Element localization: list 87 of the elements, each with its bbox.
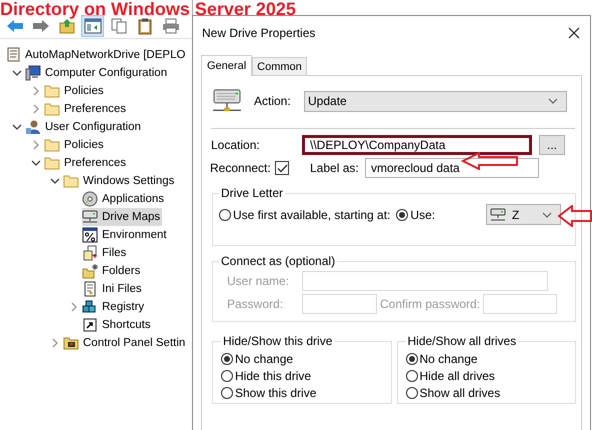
radio-option[interactable]: Show this drive <box>221 384 382 401</box>
tree-item[interactable]: User Configuration <box>25 118 143 136</box>
copy-icon <box>110 18 126 34</box>
dialog-title: New Drive Properties <box>202 26 316 40</box>
tree-item[interactable]: Computer Configuration <box>25 64 170 82</box>
tree-item[interactable]: Preferences <box>44 100 128 118</box>
shortcut-icon <box>82 317 98 333</box>
action-dropdown[interactable]: Update <box>304 90 567 112</box>
tree-item[interactable]: Policies <box>44 136 106 154</box>
scroll-icon <box>5 47 21 63</box>
drive-letter-dropdown[interactable]: Z <box>486 204 561 225</box>
group-title: Hide/Show all drives <box>406 334 518 348</box>
tree-item[interactable]: AutoMapNetworkDrive [DEPLO <box>5 46 188 64</box>
files-icon <box>82 245 98 261</box>
tree-item[interactable]: Policies <box>44 82 106 100</box>
folder-sparkle-icon <box>82 263 98 279</box>
tree-item[interactable]: Ini Files <box>82 280 144 298</box>
computer-icon <box>25 65 41 81</box>
group-title: Hide/Show this drive <box>222 334 334 348</box>
confirm-password-label: Confirm password: <box>380 297 480 311</box>
tree-item[interactable]: Files <box>82 244 128 262</box>
folder-icon <box>44 101 60 117</box>
disc-icon <box>82 191 98 207</box>
user-icon <box>25 119 41 135</box>
chevron-right-icon[interactable] <box>70 302 78 312</box>
tree-item[interactable]: Windows Settings <box>63 172 176 190</box>
percent-window-icon <box>82 227 98 243</box>
tab[interactable]: General <box>201 55 252 76</box>
reconnect-label: Reconnect: <box>209 161 272 175</box>
network-drive-icon <box>490 208 506 222</box>
caption-title: Directory on Windows Server 2025 <box>0 0 296 18</box>
radio-option[interactable]: No change <box>406 350 567 367</box>
action-label: Action: <box>254 94 292 108</box>
tree-item[interactable]: Applications <box>82 190 166 208</box>
folder-icon <box>44 137 60 153</box>
group-title: Connect as (optional) <box>220 254 336 268</box>
tree-item[interactable]: Registry <box>82 298 146 316</box>
tree-button[interactable] <box>81 15 104 37</box>
printer-icon <box>162 18 180 34</box>
label-field[interactable]: vmorecloud data <box>365 158 539 178</box>
tree-item[interactable]: Preferences <box>44 154 128 172</box>
chevron-right-icon[interactable] <box>32 86 40 96</box>
clipboard-icon <box>138 18 152 34</box>
network-drive-icon <box>82 209 98 225</box>
chevron-right-icon[interactable] <box>50 338 58 348</box>
folder-icon <box>63 173 79 189</box>
annotation-arrow <box>461 152 519 170</box>
radio-option[interactable]: Use first available, starting at: <box>219 208 390 222</box>
control-panel-folder-icon <box>63 335 79 351</box>
chevron-down-icon <box>542 212 552 218</box>
tree-pane-icon <box>84 18 102 34</box>
tab[interactable]: Common <box>252 57 307 75</box>
radio-option[interactable]: Hide this drive <box>221 367 382 384</box>
folder-icon <box>44 155 60 171</box>
radio-option[interactable]: Hide all drives <box>406 367 567 384</box>
annotation-arrow <box>557 205 592 227</box>
chevron-down-icon[interactable] <box>30 159 40 167</box>
folder-icon <box>44 83 60 99</box>
folder-up-icon <box>58 18 74 34</box>
chevron-down-icon[interactable] <box>12 69 22 77</box>
tree-item[interactable]: Folders <box>82 262 142 280</box>
forward-icon <box>32 19 50 33</box>
user-name-label: User name: <box>226 274 290 288</box>
radio-option[interactable]: No change <box>221 350 382 367</box>
group-title: Drive Letter <box>220 186 284 200</box>
notepad-icon <box>82 281 98 297</box>
chevron-down-icon[interactable] <box>12 123 22 131</box>
chevron-right-icon[interactable] <box>32 140 40 150</box>
reconnect-checkbox[interactable] <box>275 161 289 175</box>
chevron-right-icon[interactable] <box>32 104 40 114</box>
back-icon <box>6 19 24 33</box>
chevron-down-icon[interactable] <box>50 177 60 185</box>
label-as-label: Label as: <box>310 161 360 175</box>
chevron-down-icon <box>548 98 558 104</box>
tree-item[interactable]: Control Panel Settin <box>63 334 188 352</box>
tree-item[interactable]: Shortcuts <box>82 316 153 334</box>
location-label: Location: <box>210 138 261 152</box>
location-field[interactable]: \\DEPLOY\CompanyData <box>302 135 532 155</box>
radio-option[interactable]: Show all drives <box>406 384 567 401</box>
tree-item[interactable]: Environment <box>82 226 169 244</box>
browse-button[interactable]: ... <box>539 135 565 155</box>
network-drive-icon <box>212 88 242 114</box>
close-icon <box>568 26 580 38</box>
tree-item[interactable]: Drive Maps <box>82 208 162 226</box>
cubes-icon <box>82 299 98 315</box>
radio-option[interactable]: Use: <box>396 208 436 222</box>
password-label: Password: <box>226 297 284 311</box>
